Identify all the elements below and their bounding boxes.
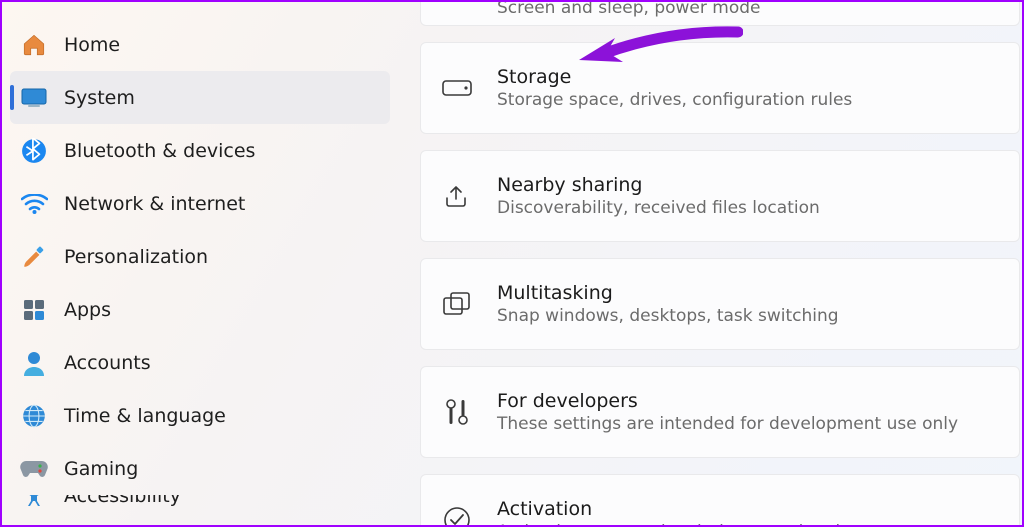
system-icon	[20, 84, 48, 112]
activation-card[interactable]: Activation Activation state, subscriptio…	[420, 474, 1020, 525]
card-title: Storage	[497, 66, 852, 88]
nearby-share-icon	[439, 178, 475, 214]
settings-sidebar: Home System Bluetooth & devices Network …	[2, 2, 398, 525]
sidebar-item-label: Network & internet	[64, 193, 245, 215]
accounts-icon	[20, 349, 48, 377]
sidebar-item-personalization[interactable]: Personalization	[10, 230, 390, 283]
sidebar-item-system[interactable]: System	[10, 71, 390, 124]
sidebar-item-label: Gaming	[64, 458, 138, 480]
storage-icon	[439, 70, 475, 106]
accessibility-icon	[20, 495, 48, 509]
card-title: For developers	[497, 390, 958, 412]
sidebar-item-gaming[interactable]: Gaming	[10, 442, 390, 495]
sidebar-item-label: Apps	[64, 299, 111, 321]
sidebar-item-time-language[interactable]: Time & language	[10, 389, 390, 442]
apps-icon	[20, 296, 48, 324]
sidebar-item-home[interactable]: Home	[10, 18, 390, 71]
card-subtitle: These settings are intended for developm…	[497, 414, 958, 434]
multitasking-icon	[439, 286, 475, 322]
card-subtitle: Snap windows, desktops, task switching	[497, 306, 839, 326]
sidebar-item-accounts[interactable]: Accounts	[10, 336, 390, 389]
sidebar-item-label: Home	[64, 34, 120, 56]
sidebar-item-label: Accessibility	[64, 495, 181, 507]
for-developers-card[interactable]: For developers These settings are intend…	[420, 366, 1020, 458]
card-subtitle: Storage space, drives, configuration rul…	[497, 90, 852, 110]
sidebar-item-bluetooth[interactable]: Bluetooth & devices	[10, 124, 390, 177]
sidebar-item-label: Personalization	[64, 246, 208, 268]
sidebar-item-label: System	[64, 87, 135, 109]
developers-icon	[439, 394, 475, 430]
sidebar-item-apps[interactable]: Apps	[10, 283, 390, 336]
card-subtitle: Screen and sleep, power mode	[497, 2, 761, 18]
card-title: Nearby sharing	[497, 174, 820, 196]
personalization-icon	[20, 243, 48, 271]
home-icon	[20, 31, 48, 59]
card-subtitle: Discoverability, received files location	[497, 198, 820, 218]
card-title: Activation	[497, 498, 865, 520]
power-card[interactable]: Screen and sleep, power mode	[420, 2, 1020, 26]
settings-content: Screen and sleep, power mode Storage Sto…	[398, 2, 1022, 525]
sidebar-item-accessibility[interactable]: Accessibility	[10, 495, 390, 509]
sidebar-item-label: Bluetooth & devices	[64, 140, 255, 162]
wifi-icon	[20, 190, 48, 218]
sidebar-item-network[interactable]: Network & internet	[10, 177, 390, 230]
activation-icon	[439, 502, 475, 525]
gaming-icon	[20, 455, 48, 483]
sidebar-item-label: Accounts	[64, 352, 151, 374]
nearby-sharing-card[interactable]: Nearby sharing Discoverability, received…	[420, 150, 1020, 242]
sidebar-item-label: Time & language	[64, 405, 226, 427]
bluetooth-icon	[20, 137, 48, 165]
storage-card[interactable]: Storage Storage space, drives, configura…	[420, 42, 1020, 134]
multitasking-card[interactable]: Multitasking Snap windows, desktops, tas…	[420, 258, 1020, 350]
time-language-icon	[20, 402, 48, 430]
card-title: Multitasking	[497, 282, 839, 304]
card-subtitle: Activation state, subscriptions, product…	[497, 522, 865, 525]
